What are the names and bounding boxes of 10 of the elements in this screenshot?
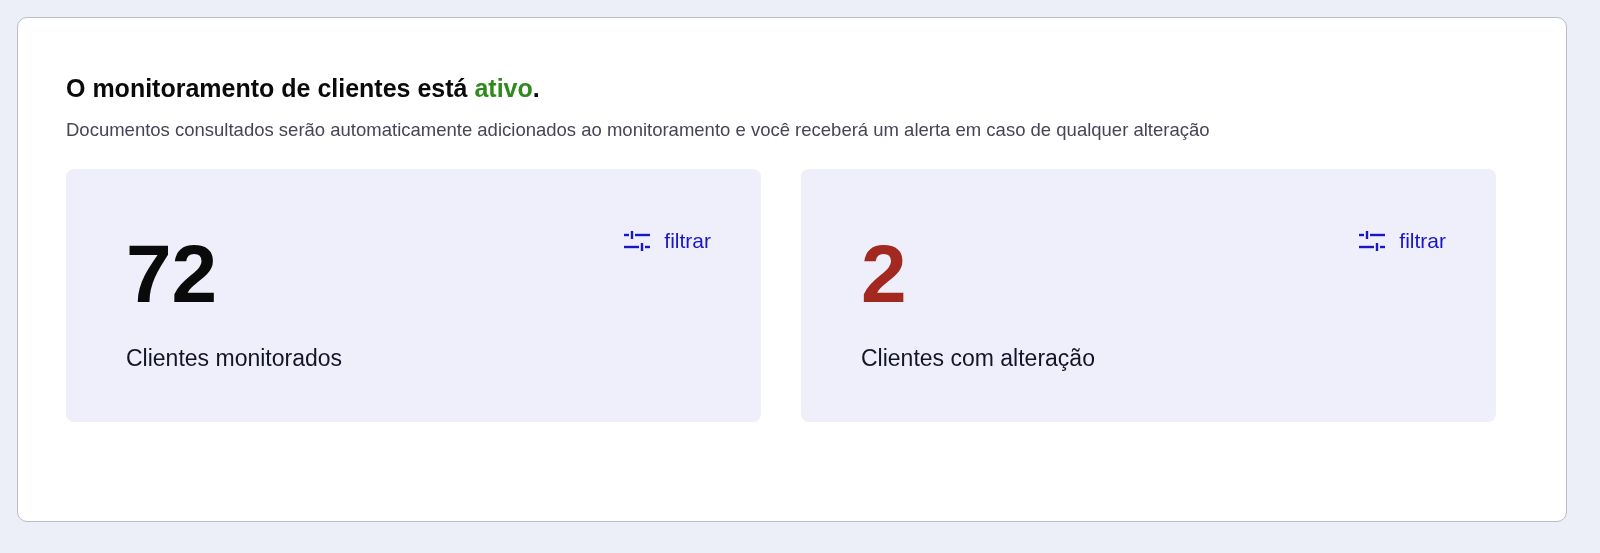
- stat-label: Clientes com alteração: [861, 345, 1095, 372]
- stat-value: 72: [126, 233, 218, 315]
- stat-value: 2: [861, 233, 907, 315]
- filter-link[interactable]: filtrar: [1359, 229, 1446, 253]
- sliders-icon: [1359, 230, 1386, 252]
- description-text: Documentos consultados serão automaticamente adicionados ao monitoramento e você receberá um alerta em caso de qualquer alteração: [66, 118, 1211, 142]
- status-heading: O monitoramento de clientes está ativo.: [66, 74, 540, 103]
- filter-link[interactable]: filtrar: [624, 229, 711, 253]
- stat-label: Clientes monitorados: [126, 345, 343, 372]
- sliders-icon: [624, 230, 651, 252]
